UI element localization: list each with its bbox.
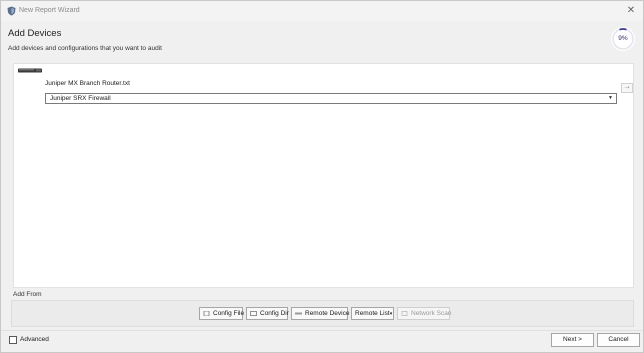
page-title: Add Devices — [8, 28, 62, 39]
progress-percent: 9% — [618, 35, 628, 42]
config-dir-button[interactable]: Config Dir — [246, 307, 289, 320]
remove-device-button[interactable]: ⇢ — [621, 83, 633, 93]
remote-device-button[interactable]: Remote Device — [291, 307, 350, 320]
remote-device-label: Remote Device — [305, 310, 350, 317]
file-icon — [203, 311, 210, 316]
remote-list-label: Remote List — [355, 310, 390, 317]
config-dir-label: Config Dir — [260, 310, 289, 317]
shield-app-icon — [7, 6, 16, 16]
chevron-down-icon: ▼ — [608, 95, 613, 101]
device-entry: Juniper MX Branch Router.txt Juniper SRX… — [18, 68, 633, 108]
device-list: Juniper MX Branch Router.txt Juniper SRX… — [13, 63, 634, 288]
advanced-checkbox[interactable] — [9, 336, 17, 344]
wizard-header: Add Devices Add devices and configuratio… — [1, 21, 643, 59]
add-from-label: Add From — [13, 291, 42, 298]
add-from-toolbar: Config File Config Dir Remote Device Rem… — [11, 300, 634, 327]
cancel-button[interactable]: Cancel — [597, 333, 640, 347]
footer-divider — [1, 330, 643, 331]
wizard-window: New Report Wizard ✕ Add Devices Add devi… — [0, 0, 644, 353]
device-thumbnail-icon — [18, 68, 42, 73]
folder-icon — [250, 311, 257, 316]
network-scan-label: Network Scan — [411, 310, 452, 317]
network-scan-button[interactable]: Network Scan — [397, 307, 452, 320]
remote-list-button[interactable]: Remote List▾ — [351, 307, 394, 320]
window-title: New Report Wizard — [19, 7, 80, 14]
close-icon[interactable]: ✕ — [625, 5, 637, 17]
config-file-button[interactable]: Config File — [199, 307, 245, 320]
advanced-label: Advanced — [20, 336, 49, 343]
remote-device-icon — [295, 312, 302, 315]
device-type-select[interactable]: Juniper SRX Firewall ▼ — [45, 93, 617, 104]
network-scan-icon — [401, 311, 408, 316]
config-file-label: Config File — [213, 310, 245, 317]
device-filename: Juniper MX Branch Router.txt — [45, 80, 130, 87]
device-type-value: Juniper SRX Firewall — [50, 95, 111, 102]
title-bar: New Report Wizard ✕ — [1, 1, 643, 21]
next-button[interactable]: Next > — [551, 333, 594, 347]
remove-icon: ⇢ — [624, 85, 630, 91]
page-subtitle: Add devices and configurations that you … — [8, 45, 162, 52]
progress-ring: 9% — [610, 26, 636, 52]
dropdown-caret-icon: ▾ — [389, 311, 393, 317]
